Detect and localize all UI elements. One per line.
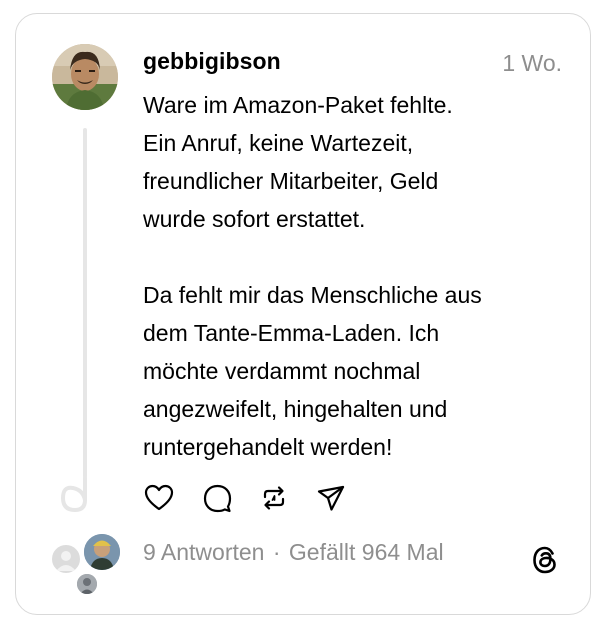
heart-icon[interactable] bbox=[143, 482, 175, 514]
threads-logo-icon[interactable] bbox=[528, 543, 562, 577]
thread-line bbox=[83, 128, 87, 478]
stats-separator: · bbox=[272, 539, 281, 565]
user-avatar[interactable] bbox=[52, 44, 118, 110]
avatar-image bbox=[52, 44, 118, 110]
username[interactable]: gebbigibson bbox=[143, 48, 281, 75]
post-text: Ware im Amazon-Paket fehlte. Ein Anruf, … bbox=[143, 92, 482, 460]
replies-count[interactable]: 9 Antworten bbox=[143, 539, 264, 565]
repost-icon[interactable] bbox=[258, 482, 290, 514]
default-avatar-icon bbox=[56, 551, 76, 571]
share-icon[interactable] bbox=[315, 482, 347, 514]
likes-count[interactable]: Gefällt 964 Mal bbox=[289, 539, 444, 565]
replier-avatar[interactable] bbox=[82, 532, 122, 572]
replier-avatar[interactable] bbox=[75, 572, 99, 596]
thread-loop-icon bbox=[60, 476, 87, 513]
replier-avatar-image bbox=[84, 534, 120, 570]
replier-avatar[interactable] bbox=[50, 543, 82, 575]
replier-avatar-image bbox=[77, 574, 97, 594]
post-timestamp: 1 Wo. bbox=[502, 50, 562, 76]
comment-icon[interactable] bbox=[201, 482, 233, 514]
post-stats: 9 Antworten · Gefällt 964 Mal bbox=[143, 539, 444, 566]
